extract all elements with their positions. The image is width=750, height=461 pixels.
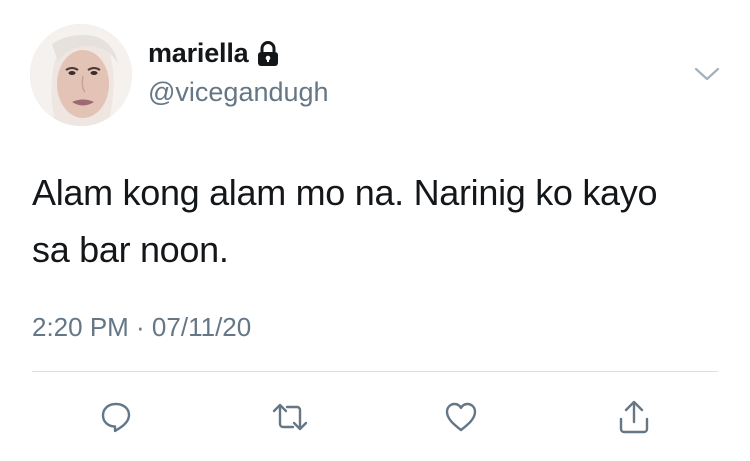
divider xyxy=(32,371,718,372)
like-button[interactable] xyxy=(441,397,481,437)
retweet-button[interactable] xyxy=(270,397,310,437)
chevron-down-icon[interactable] xyxy=(694,64,720,84)
avatar[interactable] xyxy=(30,24,132,126)
share-upload-icon xyxy=(619,400,649,434)
avatar-photo-icon xyxy=(30,24,132,126)
display-name[interactable]: mariella xyxy=(148,38,249,69)
tweet-text: Alam kong alam mo na. Narinig ko kayo sa… xyxy=(32,164,732,278)
speech-bubble-icon xyxy=(101,402,131,433)
timestamp[interactable]: 2:20 PM · 07/11/20 xyxy=(32,312,251,343)
display-name-row: mariella xyxy=(148,38,279,69)
share-button[interactable] xyxy=(614,397,654,437)
tweet-text-line: sa bar noon. xyxy=(32,229,229,270)
lock-icon xyxy=(257,40,279,67)
reply-button[interactable] xyxy=(96,397,136,437)
retweet-arrows-icon xyxy=(272,403,308,431)
tweet-text-line: Alam kong alam mo na. Narinig ko kayo xyxy=(32,172,658,213)
heart-icon xyxy=(445,402,477,432)
action-bar xyxy=(0,397,750,437)
user-handle[interactable]: @vicegandugh xyxy=(148,77,329,108)
tweet-card: mariella @vicegandugh Alam kong alam mo … xyxy=(0,0,750,461)
